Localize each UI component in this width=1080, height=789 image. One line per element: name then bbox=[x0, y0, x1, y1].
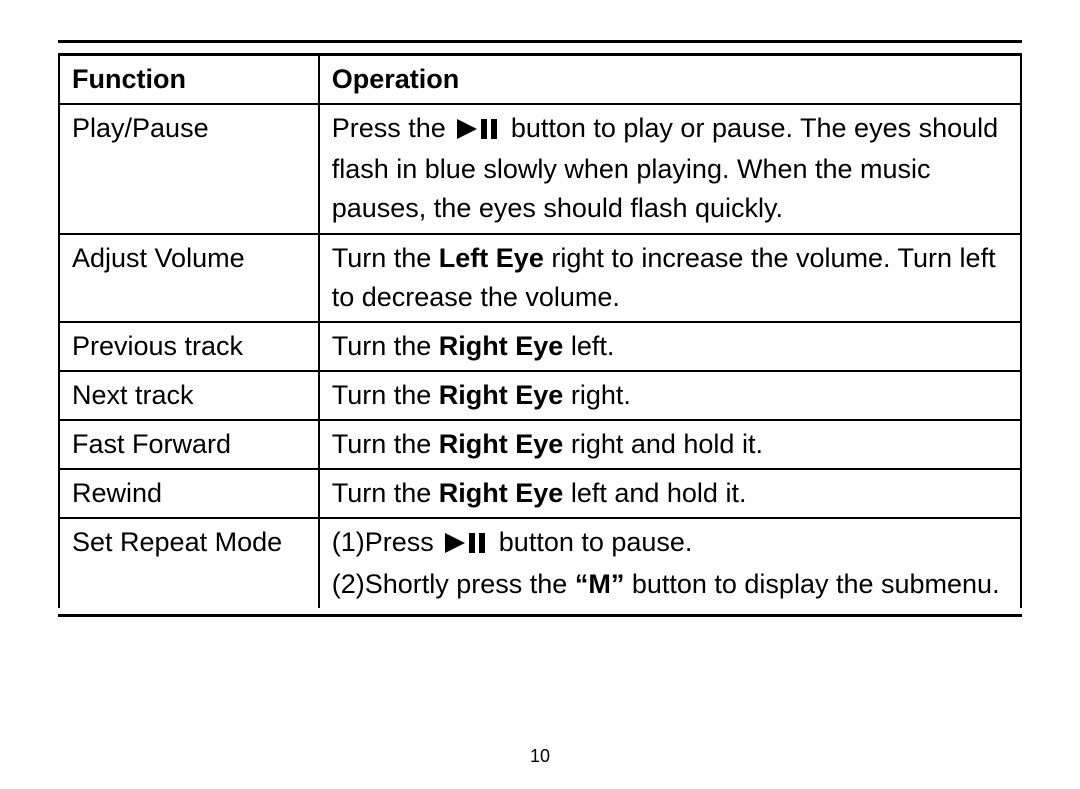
table-row: Adjust Volume Turn the Left Eye right to… bbox=[59, 234, 1021, 322]
table-row: Play/Pause Press the button to play or p… bbox=[59, 104, 1021, 233]
op-text: Turn the bbox=[332, 429, 439, 459]
table-row: Next track Turn the Right Eye right. bbox=[59, 371, 1021, 420]
op-cell: Turn the Right Eye left. bbox=[319, 322, 1021, 371]
op-cell: Turn the Left Eye right to increase the … bbox=[319, 234, 1021, 322]
op-text: right and hold it. bbox=[563, 429, 763, 459]
play-pause-icon bbox=[445, 525, 487, 564]
table-header-row: Function Operation bbox=[59, 55, 1021, 105]
op-cell: Press the button to play or pause. The e… bbox=[319, 104, 1021, 233]
func-cell: Play/Pause bbox=[59, 104, 319, 233]
op-text: (2)Shortly press the bbox=[332, 569, 575, 599]
table-row: Fast Forward Turn the Right Eye right an… bbox=[59, 420, 1021, 469]
op-bold: Right Eye bbox=[439, 380, 564, 410]
function-operation-table: Function Operation Play/Pause Press the bbox=[58, 53, 1022, 608]
op-text: Turn the bbox=[332, 478, 439, 508]
op-text: left. bbox=[563, 331, 614, 361]
op-cell: (1)Press button to pause. (2)Shortly pre… bbox=[319, 518, 1021, 607]
func-cell: Fast Forward bbox=[59, 420, 319, 469]
op-bold: Left Eye bbox=[439, 243, 544, 273]
op-bold: Right Eye bbox=[439, 429, 564, 459]
manual-page: Function Operation Play/Pause Press the bbox=[0, 0, 1080, 789]
op-text: Turn the bbox=[332, 380, 439, 410]
bottom-rule bbox=[58, 614, 1022, 617]
op-text: Turn the bbox=[332, 331, 439, 361]
op-text: (1)Press bbox=[332, 527, 442, 557]
header-operation: Operation bbox=[319, 55, 1021, 105]
op-text: Turn the bbox=[332, 243, 439, 273]
op-bold: “M” bbox=[575, 569, 625, 599]
top-rule bbox=[58, 40, 1022, 43]
func-cell: Set Repeat Mode bbox=[59, 518, 319, 607]
op-cell: Turn the Right Eye right. bbox=[319, 371, 1021, 420]
op-bold: Right Eye bbox=[439, 478, 564, 508]
play-pause-icon bbox=[457, 111, 499, 150]
header-function: Function bbox=[59, 55, 319, 105]
op-text: Press the bbox=[332, 113, 454, 143]
func-cell: Adjust Volume bbox=[59, 234, 319, 322]
table-row: Rewind Turn the Right Eye left and hold … bbox=[59, 469, 1021, 518]
op-text: right. bbox=[563, 380, 631, 410]
op-cell: Turn the Right Eye right and hold it. bbox=[319, 420, 1021, 469]
table-row: Previous track Turn the Right Eye left. bbox=[59, 322, 1021, 371]
table-row: Set Repeat Mode (1)Press button to pause… bbox=[59, 518, 1021, 607]
op-text: button to display the submenu. bbox=[624, 569, 999, 599]
op-text: button to pause. bbox=[499, 527, 693, 557]
func-cell: Rewind bbox=[59, 469, 319, 518]
op-text: left and hold it. bbox=[563, 478, 746, 508]
func-cell: Previous track bbox=[59, 322, 319, 371]
op-cell: Turn the Right Eye left and hold it. bbox=[319, 469, 1021, 518]
op-bold: Right Eye bbox=[439, 331, 564, 361]
func-cell: Next track bbox=[59, 371, 319, 420]
page-number: 10 bbox=[0, 746, 1080, 767]
